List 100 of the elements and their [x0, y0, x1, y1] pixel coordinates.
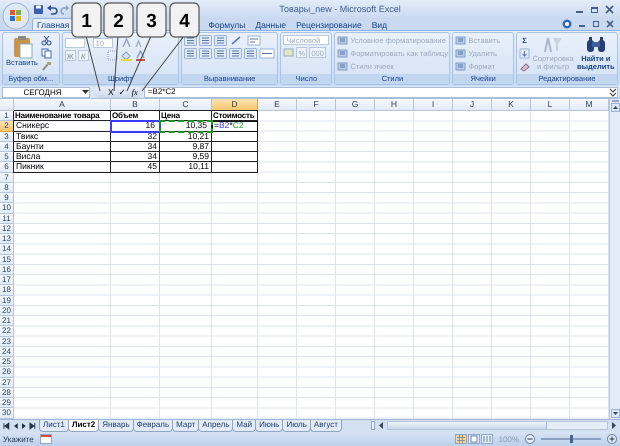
row-header[interactable]: 15	[0, 254, 14, 265]
horizontal-scrollbar[interactable]	[387, 421, 608, 430]
column-header[interactable]: L	[531, 99, 570, 111]
align-right-icon[interactable]	[214, 48, 227, 59]
sheet-tab[interactable]: Февраль	[132, 420, 174, 432]
row-header[interactable]: 30	[0, 408, 14, 418]
ribbon-tab[interactable]: Вид	[366, 18, 392, 30]
column-header[interactable]: K	[492, 99, 531, 111]
undo-icon[interactable]	[46, 4, 58, 14]
column-header[interactable]: I	[414, 99, 453, 111]
align-middle-icon[interactable]	[198, 35, 212, 46]
normal-view-icon[interactable]	[454, 434, 467, 444]
font-name-field[interactable]	[64, 38, 85, 48]
column-header[interactable]: M	[570, 99, 609, 111]
row-header[interactable]: 19	[0, 296, 14, 306]
row-header[interactable]: 11	[0, 214, 14, 224]
row-header[interactable]: 12	[0, 224, 14, 234]
column-header[interactable]: C	[160, 99, 212, 111]
restore-icon[interactable]	[592, 20, 600, 28]
decrease-indent-icon[interactable]	[228, 48, 242, 59]
zoom-out-icon[interactable]	[525, 434, 535, 444]
column-header[interactable]: J	[453, 99, 492, 111]
row-header[interactable]: 25	[0, 357, 14, 368]
table-cell[interactable]: Висла	[14, 152, 111, 162]
table-cell[interactable]	[212, 162, 258, 172]
cancel-button[interactable]: X	[108, 86, 114, 98]
split-handle-icon[interactable]	[371, 421, 375, 430]
insert-function-button[interactable]: fx	[132, 86, 138, 98]
row-header[interactable]: 14	[0, 244, 14, 254]
row-header[interactable]: 7	[0, 172, 14, 183]
sheet-tab[interactable]: Лист2	[68, 420, 100, 432]
row-header[interactable]: 2	[0, 121, 14, 132]
page-break-view-icon[interactable]	[480, 434, 493, 444]
row-header[interactable]: 9	[0, 193, 14, 204]
scroll-up-icon[interactable]	[610, 103, 620, 112]
row-header[interactable]: 13	[0, 234, 14, 244]
table-cell[interactable]: Баунти	[14, 142, 111, 152]
row-header[interactable]: 24	[0, 346, 14, 357]
fill-down-icon[interactable]	[519, 48, 530, 59]
column-header[interactable]: D	[212, 99, 258, 111]
table-cell[interactable]	[212, 142, 258, 152]
table-cell[interactable]: Твикс	[14, 132, 111, 142]
table-cell[interactable]: Сникерс	[14, 121, 111, 132]
last-sheet-icon[interactable]	[29, 422, 36, 430]
row-header[interactable]: 16	[0, 264, 14, 275]
align-bottom-icon[interactable]	[214, 35, 227, 46]
sheet-tab[interactable]: Лист1	[39, 420, 69, 432]
dropdown-arrow-icon[interactable]	[82, 90, 89, 94]
eraser-icon[interactable]	[519, 61, 530, 72]
expand-icon[interactable]	[609, 88, 617, 96]
table-cell[interactable]: Пикник	[14, 162, 111, 172]
table-cell[interactable]: Цена	[160, 111, 212, 122]
column-header[interactable]: E	[258, 99, 297, 111]
sheet-tab[interactable]: Июль	[282, 420, 311, 432]
row-header[interactable]: 1	[0, 111, 14, 122]
close-icon[interactable]	[606, 20, 614, 28]
row-header[interactable]: 17	[0, 275, 14, 286]
save-icon[interactable]	[33, 4, 44, 14]
row-header[interactable]: 26	[0, 367, 14, 378]
split-handle-icon[interactable]	[610, 99, 620, 103]
help-icon[interactable]	[562, 19, 572, 29]
cut-icon[interactable]	[40, 35, 52, 46]
wrap-text-icon[interactable]	[246, 35, 261, 46]
column-header[interactable]: F	[297, 99, 336, 111]
sheet-tab[interactable]: Март	[172, 420, 200, 432]
copy-icon[interactable]	[40, 48, 52, 59]
next-sheet-icon[interactable]	[20, 422, 28, 430]
table-cell[interactable]	[212, 152, 258, 162]
table-cell[interactable]: 32	[111, 132, 160, 142]
table-cell[interactable]: Наименование товара	[14, 111, 111, 122]
table-cell[interactable]: 10,21	[160, 132, 212, 142]
formula-field[interactable]: =B2*C2	[144, 86, 618, 98]
scroll-right-icon[interactable]	[610, 421, 618, 430]
table-cell[interactable]: 34	[111, 152, 160, 162]
ribbon-tab[interactable]: Формулы	[203, 18, 250, 30]
ribbon-tab[interactable]: Рецензирование	[291, 18, 367, 30]
sheet-tab[interactable]: Апрель	[198, 420, 234, 432]
table-cell[interactable]: =B2*C2	[212, 121, 258, 132]
sheet-tab[interactable]: Июнь	[255, 420, 284, 432]
row-header[interactable]: 27	[0, 378, 14, 388]
column-header[interactable]: H	[375, 99, 414, 111]
row-header[interactable]: 18	[0, 285, 14, 296]
name-box[interactable]: СЕГОДНЯ	[2, 86, 90, 98]
scroll-left-icon[interactable]	[377, 421, 385, 430]
table-cell[interactable]: 9,59	[160, 152, 212, 162]
column-header[interactable]: A	[14, 99, 111, 111]
layout-view-icon[interactable]	[468, 434, 480, 444]
font-color-icon[interactable]	[134, 50, 146, 61]
table-cell[interactable]: Стоимость	[212, 111, 258, 122]
table-cell[interactable]: 10,35	[160, 121, 212, 132]
row-header[interactable]: 21	[0, 316, 14, 326]
ribbon-tab[interactable]: Данные	[250, 18, 292, 30]
align-center-icon[interactable]	[198, 48, 212, 59]
row-header[interactable]: 22	[0, 326, 14, 336]
maximize-icon[interactable]	[590, 4, 599, 14]
table-cell[interactable]: 45	[111, 162, 160, 172]
first-sheet-icon[interactable]	[3, 422, 10, 430]
align-left-icon[interactable]	[184, 48, 197, 59]
sheet-tab[interactable]: Январь	[98, 420, 134, 432]
row-header[interactable]: 6	[0, 162, 14, 172]
